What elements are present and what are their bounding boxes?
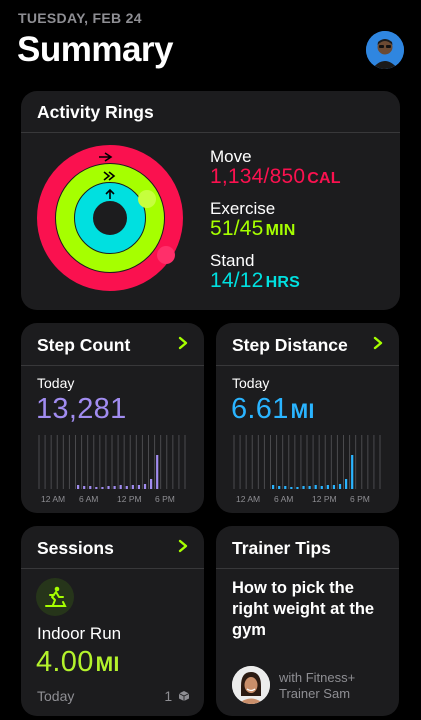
hour-bar: [296, 487, 299, 489]
hour-bar: [320, 486, 323, 489]
hour-bar: [107, 486, 110, 489]
sessions-title: Sessions: [37, 538, 114, 558]
activity-rings-title: Activity Rings: [37, 102, 154, 122]
session-name: Indoor Run: [37, 624, 122, 643]
trainer-avatar: [232, 666, 270, 704]
hour-bar: [345, 479, 348, 489]
step-count-value: 13,281: [36, 393, 127, 425]
activity-rings-graphic: [37, 145, 183, 291]
hour-bar: [332, 485, 336, 489]
hour-bar: [77, 485, 80, 489]
step-count-mini-chart: 12 AM 6 AM 12 PM 6 PM: [38, 435, 186, 504]
session-value: 4.00MI: [36, 646, 120, 678]
step-distance-mini-chart: 12 AM 6 AM 12 PM 6 PM: [233, 435, 381, 504]
divider: [216, 365, 399, 366]
axis-tick: 6 PM: [155, 494, 175, 504]
divider: [21, 365, 204, 366]
hour-bar: [150, 479, 153, 489]
hour-bar: [137, 485, 141, 489]
sessions-card[interactable]: Sessions Indoor Run 4.00MI Today 1: [21, 526, 204, 716]
trainer-credit: with Fitness+ Trainer Sam: [279, 670, 356, 701]
hour-bar: [89, 486, 92, 489]
axis-tick: 6 PM: [350, 494, 370, 504]
axis-tick: 12 PM: [312, 494, 337, 504]
hour-bar: [326, 485, 329, 489]
profile-avatar[interactable]: [366, 31, 404, 69]
chevron-right-icon: [373, 336, 383, 350]
step-distance-title: Step Distance: [232, 335, 348, 355]
tip-headline: How to pick the right weight at the gym: [232, 579, 375, 639]
axis-tick: 12 AM: [236, 494, 260, 504]
step-count-title: Step Count: [37, 335, 131, 355]
move-value: 1,134/850 CAL: [210, 165, 341, 188]
exercise-value: 51/45 MIN: [210, 217, 296, 240]
step-distance-value: 6.61MI: [231, 393, 315, 425]
trainer-tips-title: Trainer Tips: [232, 538, 331, 558]
page-title: Summary: [17, 30, 174, 69]
session-period: Today: [37, 688, 75, 704]
hour-bar: [101, 487, 104, 489]
stand-value: 14/12 HRS: [210, 269, 300, 292]
divider: [216, 568, 399, 569]
hour-bar: [314, 485, 317, 489]
move-label: Move: [210, 147, 252, 166]
axis-tick: 12 AM: [41, 494, 65, 504]
axis-tick: 6 AM: [79, 494, 98, 504]
hour-bar: [351, 455, 354, 489]
divider: [21, 568, 204, 569]
exercise-label: Exercise: [210, 199, 276, 218]
hour-bar: [95, 487, 98, 489]
hour-bar: [278, 486, 281, 489]
hour-bar: [290, 487, 293, 489]
step-count-period: Today: [37, 375, 75, 391]
step-distance-period: Today: [232, 375, 270, 391]
axis-tick: 12 PM: [117, 494, 142, 504]
hour-bar: [284, 486, 287, 489]
cube-icon: [178, 691, 190, 701]
divider: [21, 132, 400, 133]
hour-bar: [156, 455, 159, 489]
chevron-right-icon: [178, 336, 188, 350]
hour-bar: [302, 486, 305, 489]
stand-label: Stand: [210, 251, 255, 270]
hour-bar: [272, 485, 275, 489]
trainer-tips-card[interactable]: Trainer Tips How to pick the right weigh…: [216, 526, 399, 716]
treadmill-icon: [36, 578, 74, 616]
hour-bar: [119, 485, 122, 489]
chevron-right-icon: [178, 539, 188, 553]
step-distance-card[interactable]: Step Distance Today 6.61MI 12 AM 6 AM 12…: [216, 323, 399, 513]
hour-bar: [143, 484, 147, 489]
hour-bar: [113, 486, 116, 489]
axis-tick: 6 AM: [274, 494, 293, 504]
hour-bar: [338, 484, 342, 489]
hour-bar: [308, 486, 311, 489]
hour-bar: [83, 486, 86, 489]
session-count: 1: [164, 688, 190, 704]
date-label: TUESDAY, FEB 24: [18, 10, 142, 26]
step-count-card[interactable]: Step Count Today 13,281 12 AM 6 AM 12 PM…: [21, 323, 204, 513]
hour-bar: [125, 486, 128, 489]
activity-rings-card[interactable]: Activity Rings Move 1,134/850 CAL Exercis…: [21, 91, 400, 310]
hour-bar: [131, 485, 134, 489]
